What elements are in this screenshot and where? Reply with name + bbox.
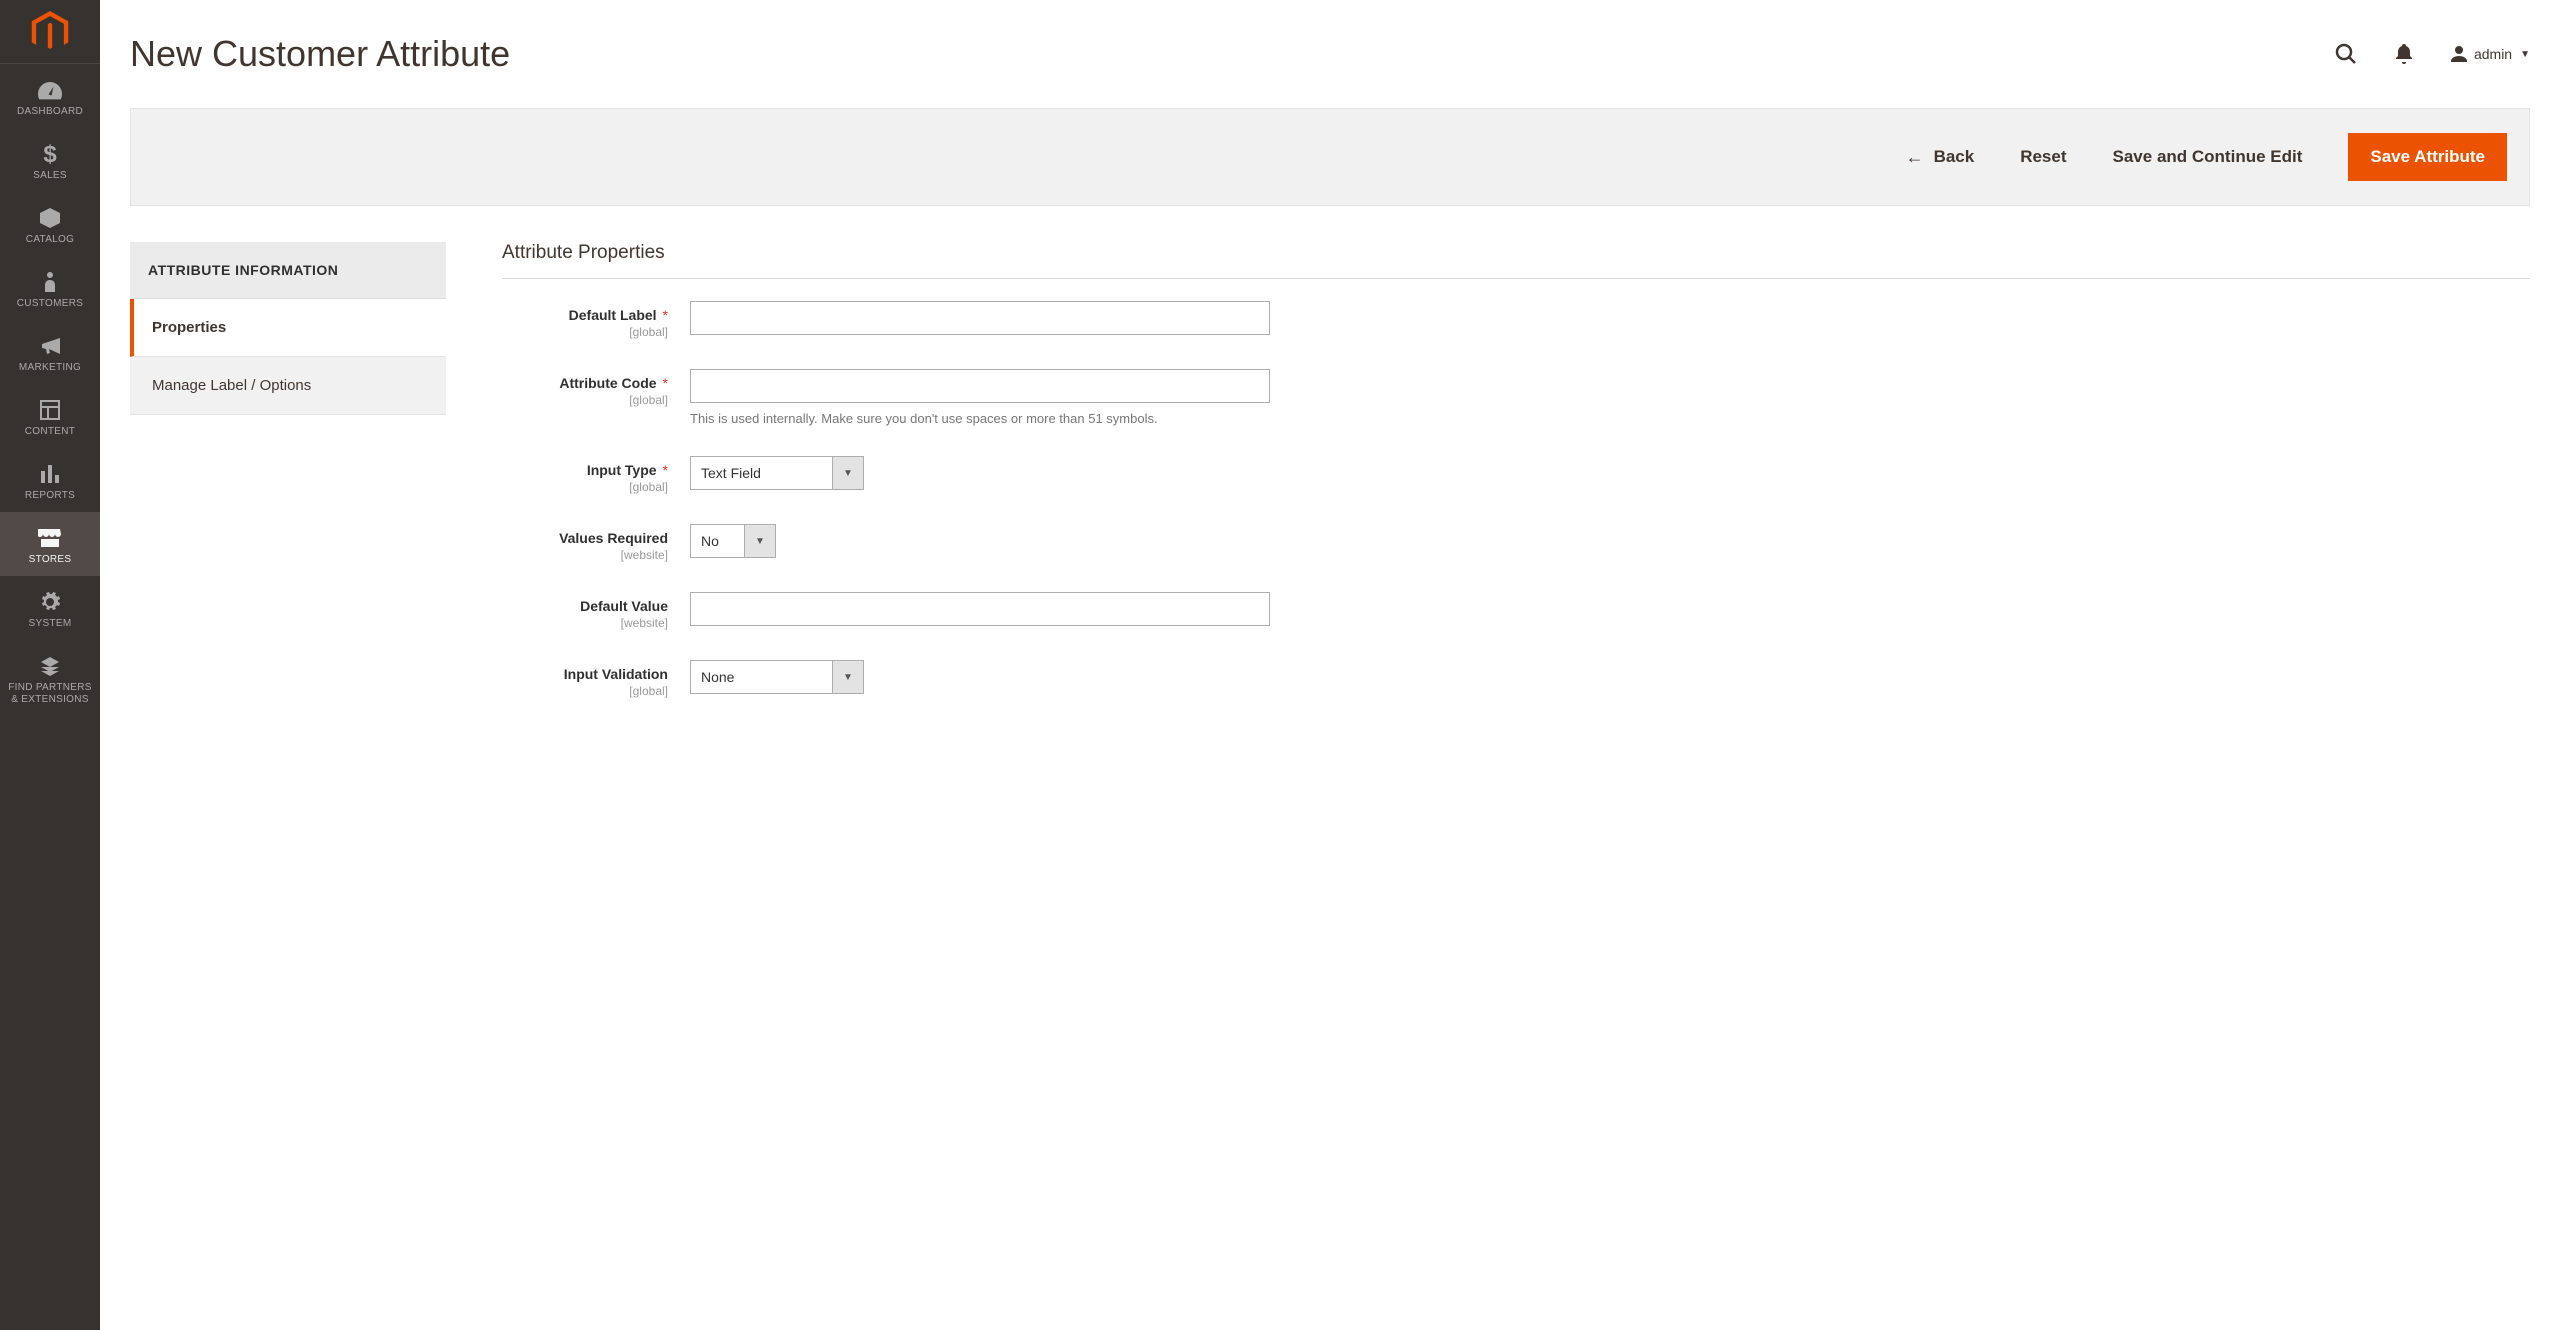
required-asterisk: * [663,462,668,478]
action-bar: ← Back Reset Save and Continue Edit Save… [130,108,2530,206]
section-title: Attribute Properties [502,242,2530,279]
marketing-icon [36,334,64,358]
sidebar-item-partners[interactable]: FIND PARTNERS& EXTENSIONS [0,640,100,716]
sidebar-label: MARKETING [19,362,81,374]
scope-hint: [global] [502,325,668,339]
field-input-type: Input Type * [global] Text Field ▼ [502,456,2530,494]
sidebar-label: CUSTOMERS [17,298,83,310]
sidebar-label: STORES [29,554,72,566]
select-value: Text Field [690,456,832,490]
sidebar-item-stores[interactable]: STORES [0,512,100,576]
select-value: No [690,524,744,558]
input-type-select[interactable]: Text Field ▼ [690,456,864,490]
back-button[interactable]: ← Back [1906,147,1975,168]
sidebar-item-catalog[interactable]: CATALOG [0,192,100,256]
values-required-select[interactable]: No ▼ [690,524,776,558]
customers-icon [36,270,64,294]
scope-hint: [website] [502,616,668,630]
required-asterisk: * [663,307,668,323]
magento-logo-icon [31,11,69,53]
caret-down-icon: ▼ [832,456,864,490]
content-columns: ATTRIBUTE INFORMATION Properties Manage … [130,206,2530,728]
sidebar-item-system[interactable]: SYSTEM [0,576,100,640]
sidebar-item-dashboard[interactable]: DASHBOARD [0,64,100,128]
user-icon [2450,45,2468,63]
sidebar-item-customers[interactable]: CUSTOMERS [0,256,100,320]
tabs-body: Properties Manage Label / Options [130,299,446,415]
user-name: admin [2474,46,2512,62]
input-validation-select[interactable]: None ▼ [690,660,864,694]
default-label-input[interactable] [690,301,1270,335]
content-icon [36,398,64,422]
arrow-left-icon: ← [1906,147,1924,168]
caret-down-icon: ▼ [744,524,776,558]
sidebar-label: FIND PARTNERS& EXTENSIONS [8,682,92,706]
system-icon [36,590,64,614]
field-default-label: Default Label * [global] [502,301,2530,339]
tab-properties[interactable]: Properties [130,299,446,357]
sidebar-label: SYSTEM [29,618,72,630]
default-value-input[interactable] [690,592,1270,626]
save-attribute-button[interactable]: Save Attribute [2348,133,2507,181]
catalog-icon [36,206,64,230]
field-label-text: Default Value [580,598,668,614]
user-menu[interactable]: admin ▼ [2450,45,2530,63]
caret-down-icon: ▼ [832,660,864,694]
magento-logo[interactable] [0,0,100,64]
save-continue-button[interactable]: Save and Continue Edit [2113,147,2303,167]
stores-icon [36,526,64,550]
reports-icon [36,462,64,486]
attribute-code-input[interactable] [690,369,1270,403]
sidebar-item-sales[interactable]: $ SALES [0,128,100,192]
sidebar-label: SALES [33,170,67,182]
sidebar-label: CATALOG [26,234,74,246]
main-content: New Customer Attribute admin ▼ ← Back [100,0,2560,1330]
field-input-validation: Input Validation [global] None ▼ [502,660,2530,698]
scope-hint: [global] [502,393,668,407]
attribute-code-help: This is used internally. Make sure you d… [690,411,1270,426]
attribute-tabs: ATTRIBUTE INFORMATION Properties Manage … [130,242,446,728]
scope-hint: [website] [502,548,668,562]
sidebar-item-marketing[interactable]: MARKETING [0,320,100,384]
field-label-text: Input Validation [564,666,668,682]
sidebar-label: DASHBOARD [17,106,83,118]
field-label-text: Values Required [559,530,668,546]
notifications-icon[interactable] [2392,42,2416,66]
field-values-required: Values Required [website] No ▼ [502,524,2530,562]
svg-text:$: $ [43,142,57,166]
page-header: New Customer Attribute admin ▼ [130,0,2530,108]
reset-button[interactable]: Reset [2020,147,2066,167]
page-title: New Customer Attribute [130,33,510,75]
sidebar-label: REPORTS [25,490,75,502]
required-asterisk: * [663,375,668,391]
caret-down-icon: ▼ [2520,49,2530,60]
sidebar-nav: DASHBOARD $ SALES CATALOG CUSTOMERS [0,64,100,716]
select-value: None [690,660,832,694]
sidebar-item-reports[interactable]: REPORTS [0,448,100,512]
scope-hint: [global] [502,684,668,698]
scope-hint: [global] [502,480,668,494]
form-panel: Attribute Properties Default Label * [glo… [502,242,2530,728]
sales-icon: $ [36,142,64,166]
search-icon[interactable] [2334,42,2358,66]
tabs-header: ATTRIBUTE INFORMATION [130,242,446,299]
dashboard-icon [36,78,64,102]
admin-sidebar: DASHBOARD $ SALES CATALOG CUSTOMERS [0,0,100,1330]
field-label-text: Attribute Code [559,375,656,391]
sidebar-label: CONTENT [25,426,75,438]
tab-manage-label-options[interactable]: Manage Label / Options [130,357,446,415]
field-label-text: Input Type [587,462,657,478]
field-default-value: Default Value [website] [502,592,2530,630]
sidebar-item-content[interactable]: CONTENT [0,384,100,448]
field-label-text: Default Label [569,307,657,323]
field-attribute-code: Attribute Code * [global] This is used in… [502,369,2530,426]
header-tools: admin ▼ [2334,42,2530,66]
partners-icon [36,654,64,678]
